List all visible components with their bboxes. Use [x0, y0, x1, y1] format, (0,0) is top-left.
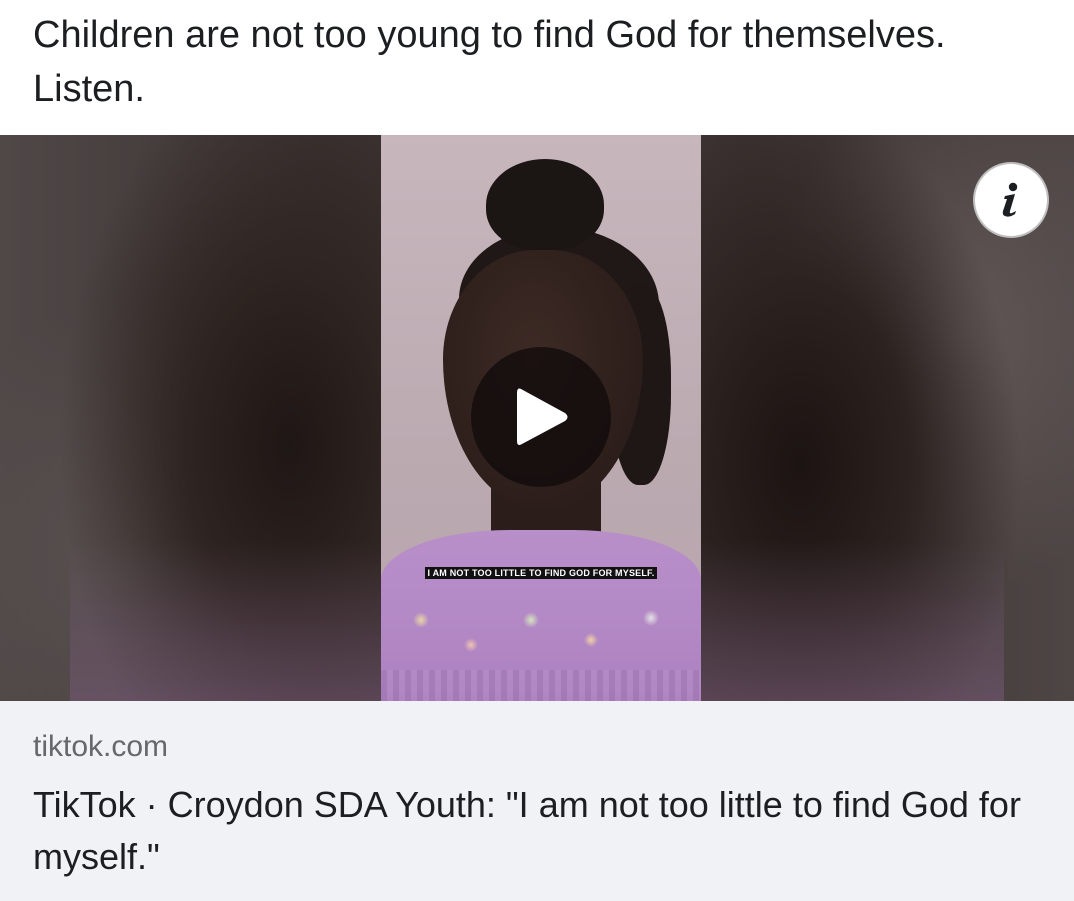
video-caption: I AM NOT TOO LITTLE TO FIND GOD FOR MYSE…: [422, 566, 660, 581]
info-button[interactable]: [975, 164, 1047, 236]
post-text: Children are not too young to find God f…: [33, 14, 946, 110]
video-caption-text: I AM NOT TOO LITTLE TO FIND GOD FOR MYSE…: [424, 567, 658, 579]
link-title[interactable]: TikTok · Croydon SDA Youth: "I am not to…: [33, 779, 1033, 883]
link-domain: tiktok.com: [33, 730, 169, 763]
link-preview[interactable]: tiktok.com TikTok · Croydon SDA Youth: "…: [0, 701, 1074, 901]
video-player[interactable]: I AM NOT TOO LITTLE TO FIND GOD FOR MYSE…: [0, 135, 1074, 701]
info-icon: [1002, 182, 1018, 217]
play-icon: [517, 388, 568, 445]
play-button[interactable]: [471, 347, 611, 487]
